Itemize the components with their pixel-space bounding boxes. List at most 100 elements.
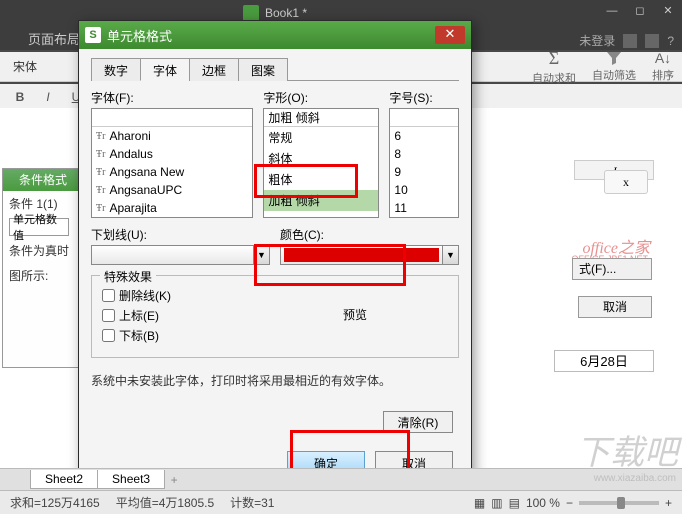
zoom-controls: ▦ ▥ ▤ 100 % − + <box>474 496 672 510</box>
download-watermark-url: www.xiazaiba.com <box>594 473 676 484</box>
cond-show-label: 图所示: <box>3 263 79 288</box>
user-icon <box>623 34 637 48</box>
sort-icon: A↓ <box>655 50 671 66</box>
dialog-close-x[interactable]: x <box>604 170 648 194</box>
maximize-button[interactable]: ◻ <box>626 0 654 22</box>
tab-number[interactable]: 数字 <box>91 58 141 81</box>
tab-font[interactable]: 字体 <box>140 58 190 81</box>
effects-group: 特殊效果 删除线(K) 上标(E) 下标(B) <box>91 275 459 358</box>
doc-icon <box>243 5 259 21</box>
autofilter-button[interactable]: 自动筛选 <box>592 50 636 83</box>
list-item[interactable]: ŦrAndalus <box>92 145 252 163</box>
download-watermark: 下载吧 <box>576 425 678 474</box>
font-icon: Ŧr <box>96 131 105 142</box>
sort-button[interactable]: A↓排序 <box>652 50 674 83</box>
sub-checkbox-row[interactable]: 下标(B) <box>102 327 448 344</box>
font-icon: Ŧr <box>96 203 105 214</box>
list-item[interactable]: 11 <box>390 199 458 217</box>
dialog-body: 数字 字体 边框 图案 字体(F): ŦrAharoni ŦrAndalus Ŧ… <box>79 49 471 397</box>
style-label: 字形(O): <box>263 89 379 106</box>
list-item[interactable]: 斜体 <box>264 148 378 169</box>
underline-label: 下划线(U): <box>91 226 270 243</box>
style-listbox[interactable]: 常规 斜体 粗体 加粗 倾斜 <box>263 108 379 218</box>
strike-checkbox[interactable] <box>102 289 115 302</box>
list-item[interactable]: 9 <box>390 163 458 181</box>
status-sum: 求和=125万4165 <box>10 494 100 511</box>
dialog-titlebar[interactable]: S 单元格格式 ✕ <box>79 21 471 49</box>
tab-pattern[interactable]: 图案 <box>238 58 288 81</box>
login-text: 未登录 <box>579 32 615 49</box>
sub-checkbox[interactable] <box>102 329 115 342</box>
font-input[interactable] <box>92 109 252 127</box>
font-grid: 字体(F): ŦrAharoni ŦrAndalus ŦrAngsana New… <box>91 89 459 218</box>
font-name-combo[interactable]: 宋体 <box>8 58 42 75</box>
conditional-format-dialog: 条件格式 条件 1(1) 单元格数值 条件为真时 图所示: <box>2 168 80 368</box>
font-listbox[interactable]: ŦrAharoni ŦrAndalus ŦrAngsana New ŦrAngs… <box>91 108 253 218</box>
font-note: 系统中未安装此字体，打印时将采用最相近的有效字体。 <box>91 372 459 389</box>
list-item[interactable]: 8 <box>390 145 458 163</box>
cell-format-dialog: S 单元格格式 ✕ 数字 字体 边框 图案 字体(F): ŦrAharoni Ŧ… <box>78 20 472 490</box>
dialog-icon: S <box>85 27 101 43</box>
list-item[interactable]: ŦrAngsanaUPC <box>92 181 252 199</box>
list-item[interactable]: ŦrArabic Typesetting <box>92 217 252 218</box>
color-label: 颜色(C): <box>280 226 459 243</box>
list-item[interactable]: ŦrAparajita <box>92 199 252 217</box>
list-item[interactable]: ŦrAngsana New <box>92 163 252 181</box>
cell-value[interactable]: 6月28日 <box>554 350 654 372</box>
status-bar: 求和=125万4165 平均值=4万1805.5 计数=31 ▦ ▥ ▤ 100… <box>0 490 682 514</box>
size-input[interactable] <box>390 109 458 127</box>
clear-button[interactable]: 清除(R) <box>383 411 453 433</box>
funnel-icon <box>606 50 622 66</box>
zoom-in-button[interactable]: + <box>665 496 672 510</box>
cart-icon <box>645 34 659 48</box>
format-button-bg[interactable]: 式(F)... <box>572 258 652 280</box>
super-checkbox[interactable] <box>102 309 115 322</box>
color-combo[interactable]: ▼ <box>280 245 459 265</box>
chevron-down-icon: ▼ <box>253 246 269 264</box>
zoom-slider[interactable] <box>579 501 659 505</box>
status-avg: 平均值=4万1805.5 <box>116 494 214 511</box>
sigma-icon: Σ <box>549 48 559 69</box>
dialog-close-button[interactable]: ✕ <box>435 26 465 44</box>
view-icon-3[interactable]: ▤ <box>509 496 520 510</box>
list-item[interactable]: 常规 <box>264 127 378 148</box>
cancel-button-bg[interactable]: 取消 <box>578 296 652 318</box>
font-label: 字体(F): <box>91 89 253 106</box>
help-icon: ? <box>667 34 674 48</box>
add-sheet-button[interactable]: + <box>164 473 184 487</box>
list-item[interactable]: 12 <box>390 217 458 218</box>
effects-legend: 特殊效果 <box>100 268 156 285</box>
cond-dialog-title: 条件格式 <box>3 169 79 191</box>
chevron-down-icon: ▼ <box>442 246 458 264</box>
underline-combo[interactable]: ▼ <box>91 245 270 265</box>
close-button[interactable]: ✕ <box>654 0 682 22</box>
dialog-title: 单元格格式 <box>107 26 172 45</box>
view-icon[interactable]: ▦ <box>474 496 485 510</box>
zoom-out-button[interactable]: − <box>566 496 573 510</box>
tab-border[interactable]: 边框 <box>189 58 239 81</box>
list-item[interactable]: 10 <box>390 181 458 199</box>
status-count: 计数=31 <box>230 494 274 511</box>
autosum-button[interactable]: Σ自动求和 <box>532 48 576 86</box>
style-input[interactable] <box>264 109 378 127</box>
preview-label: 预览 <box>343 306 367 323</box>
sheet-tab-2[interactable]: Sheet2 <box>30 470 98 489</box>
sheet-tab-3[interactable]: Sheet3 <box>97 470 165 489</box>
list-item[interactable]: 6 <box>390 127 458 145</box>
zoom-value: 100 % <box>526 496 560 510</box>
strike-checkbox-row[interactable]: 删除线(K) <box>102 287 448 304</box>
cond-value-combo[interactable]: 单元格数值 <box>9 218 69 236</box>
super-checkbox-row[interactable]: 上标(E) <box>102 307 448 324</box>
minimize-button[interactable]: — <box>598 0 626 22</box>
bold-button[interactable]: B <box>8 86 32 108</box>
window-controls: — ◻ ✕ <box>598 0 682 22</box>
size-listbox[interactable]: 6 8 9 10 11 12 <box>389 108 459 218</box>
app-window: Book1 * — ◻ ✕ 页面布局 未登录 ? 宋体 Σ自动求和 自动筛选 A… <box>0 0 682 514</box>
color-swatch-red <box>284 248 439 262</box>
italic-button[interactable]: I <box>36 86 60 108</box>
list-item-selected[interactable]: 加粗 倾斜 <box>264 190 378 211</box>
login-area[interactable]: 未登录 ? <box>579 32 674 49</box>
view-icon-2[interactable]: ▥ <box>491 496 502 510</box>
list-item[interactable]: 粗体 <box>264 169 378 190</box>
list-item[interactable]: ŦrAharoni <box>92 127 252 145</box>
